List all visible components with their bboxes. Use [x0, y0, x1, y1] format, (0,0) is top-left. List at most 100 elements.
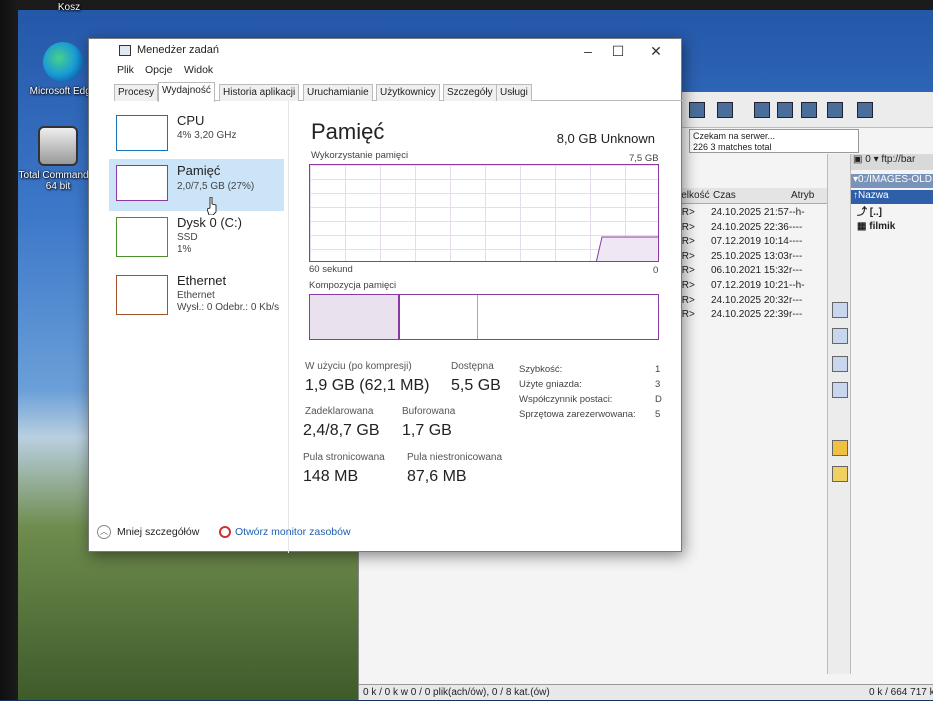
- menu-bar: Plik Opcje Widok: [89, 63, 681, 79]
- sidebar-item-memory[interactable]: Pamięć 2,0/7,5 GB (27%): [109, 159, 284, 211]
- composition-label: Kompozycja pamięci: [309, 280, 397, 291]
- usage-graph-svg: [595, 236, 658, 261]
- multi-rename-icon[interactable]: [777, 102, 793, 118]
- tc-cell-time: 07.12.2019 10:14: [711, 236, 789, 248]
- sidebar-item-cpu[interactable]: CPU 4% 3,20 GHz: [109, 109, 284, 161]
- archive-icon[interactable]: [832, 440, 848, 456]
- ethernet-adapter: Ethernet: [177, 290, 215, 301]
- find-icon[interactable]: [832, 302, 848, 318]
- available-value: 5,5 GB: [451, 377, 501, 394]
- tc-right-drive-bar[interactable]: ▣ 0 ▾ ftp://bar: [851, 154, 933, 170]
- menu-opcje[interactable]: Opcje: [145, 64, 172, 76]
- tc-cell-attr: --h-: [789, 280, 805, 291]
- col-attr[interactable]: Atryb: [791, 188, 814, 204]
- desktop-icon-recycle-bin[interactable]: Kosz: [24, 2, 114, 13]
- notepad-icon[interactable]: [857, 102, 873, 118]
- edit-icon[interactable]: [832, 466, 848, 482]
- right-item-up[interactable]: ⤴ [..]: [857, 206, 882, 220]
- right-item-filmik[interactable]: ▦ filmik: [857, 220, 895, 234]
- tab-uzytkownicy[interactable]: Użytkownicy: [376, 84, 440, 101]
- right-item-label: [..]: [869, 207, 882, 218]
- window-title: Menedżer zadań: [137, 44, 219, 56]
- tab-wydajnosc[interactable]: Wydajność: [158, 82, 215, 102]
- info-form-factor-label: Współczynnik postaci:: [519, 394, 613, 405]
- tab-bar: Procesy Wydajność Historia aplikacji Uru…: [114, 82, 684, 102]
- task-manager-footer: ︿ Mniej szczegółów Otwórz monitor zasobó…: [89, 517, 683, 551]
- recycle-bin-label: Kosz: [57, 2, 81, 13]
- usage-graph-area: [595, 236, 658, 261]
- menu-plik[interactable]: Plik: [117, 64, 134, 76]
- title-bar[interactable]: Menedżer zadań – ☐ ✕: [89, 39, 681, 63]
- desktop-icon-total-commander[interactable]: Total Commander 64 bit: [18, 126, 98, 192]
- right-col-label: Nazwa: [858, 190, 889, 201]
- memory-thumbnail: [116, 165, 168, 201]
- tc-right-path[interactable]: ▾0:/IMAGES-OLD: [851, 174, 933, 188]
- tc-cell-time: 24.10.2025 20:32: [711, 294, 789, 306]
- ftp-status-line-2: 226 3 matches total: [693, 142, 772, 152]
- task-manager-icon: [119, 45, 131, 56]
- tc-footer: 0 k / 0 k w 0 / 0 plik(ach/ów), 0 / 8 ka…: [359, 684, 933, 700]
- memory-label: Pamięć: [177, 163, 221, 178]
- graph-time-right: 0: [653, 265, 659, 276]
- cached-value: 1,7 GB: [402, 422, 452, 439]
- sync-icon[interactable]: [827, 102, 843, 118]
- footer-right: 0 k / 664 717 k: [869, 687, 933, 698]
- edge-label: Microsoft Edge: [29, 86, 97, 97]
- hand-cursor-icon: [207, 197, 217, 215]
- binoculars-icon[interactable]: [754, 102, 770, 118]
- tc-cell-time: 24.10.2025 22:39: [711, 309, 789, 321]
- tab-procesy[interactable]: Procesy: [114, 84, 159, 101]
- tab-historia[interactable]: Historia aplikacji: [219, 84, 300, 101]
- chevron-up-icon[interactable]: ︿: [97, 525, 111, 539]
- tc-cell-time: 07.12.2019 10:21: [711, 280, 789, 291]
- url-icon[interactable]: [717, 102, 733, 118]
- in-use-value: 1,9 GB (62,1 MB): [305, 377, 430, 394]
- sidebar-item-disk[interactable]: Dysk 0 (C:) SSD 1%: [109, 211, 284, 263]
- tc-column-header[interactable]: ielkość Czas Atryb: [679, 188, 827, 204]
- move-icon[interactable]: [832, 382, 848, 398]
- tc-cell-attr: r---: [789, 309, 803, 321]
- drive-select[interactable]: 0: [865, 154, 871, 165]
- copy-icon[interactable]: [832, 356, 848, 372]
- sidebar-item-ethernet[interactable]: Ethernet Ethernet Wysł.: 0 Odebr.: 0 Kb/…: [109, 269, 284, 321]
- compare-icon[interactable]: [801, 102, 817, 118]
- col-time[interactable]: Czas: [713, 188, 736, 204]
- menu-widok[interactable]: Widok: [184, 64, 213, 76]
- maximize-button[interactable]: ☐: [603, 43, 633, 59]
- tc-cell-attr: ----: [789, 236, 803, 248]
- open-resource-monitor-link[interactable]: Otwórz monitor zasobów: [235, 526, 351, 538]
- committed-label: Zadeklarowana: [305, 406, 374, 417]
- nonpaged-pool-value: 87,6 MB: [407, 468, 467, 485]
- info-form-factor-value: D: [655, 394, 662, 405]
- info-slots-value: 3: [655, 379, 661, 390]
- in-use-label: W użyciu (po kompresji): [305, 361, 412, 372]
- close-button[interactable]: ✕: [641, 43, 671, 59]
- view-icon[interactable]: [832, 328, 848, 344]
- screen-bezel-left: [0, 0, 18, 700]
- ftp-icon[interactable]: [689, 102, 705, 118]
- fewer-details-link[interactable]: Mniej szczegółów: [117, 526, 199, 538]
- disk-type: SSD: [177, 232, 198, 243]
- available-label: Dostępna: [451, 361, 494, 372]
- paged-pool-label: Pula stronicowana: [303, 452, 385, 463]
- disk-label: Dysk 0 (C:): [177, 215, 242, 230]
- tc-cell-attr: r---: [789, 250, 803, 262]
- cpu-usage: 4% 3,20 GHz: [177, 130, 237, 141]
- tab-uruchamianie[interactable]: Uruchamianie: [303, 84, 373, 101]
- minimize-button[interactable]: –: [573, 43, 603, 59]
- floppy-disk-icon: [38, 126, 78, 166]
- cpu-thumbnail: [116, 115, 168, 151]
- task-manager-window: Menedżer zadań – ☐ ✕ Plik Opcje Widok Pr…: [88, 38, 684, 553]
- composition-in-use: [310, 295, 400, 339]
- tc-right-col-name[interactable]: ↑Nazwa: [851, 190, 933, 204]
- tc-cell-time: 06.10.2021 15:32: [711, 265, 789, 277]
- ethernet-throughput: Wysł.: 0 Odebr.: 0 Kb/s: [177, 302, 280, 313]
- tc-cell-attr: r---: [789, 294, 803, 306]
- disk-usage: 1%: [177, 244, 192, 255]
- right-item-label: filmik: [869, 221, 896, 232]
- tab-uslugi[interactable]: Usługi: [496, 84, 532, 101]
- ethernet-label: Ethernet: [177, 273, 227, 288]
- ftp-path: ftp://bar: [881, 154, 916, 165]
- col-size[interactable]: ielkość: [679, 188, 710, 204]
- tab-szczegoly[interactable]: Szczegóły: [443, 84, 497, 101]
